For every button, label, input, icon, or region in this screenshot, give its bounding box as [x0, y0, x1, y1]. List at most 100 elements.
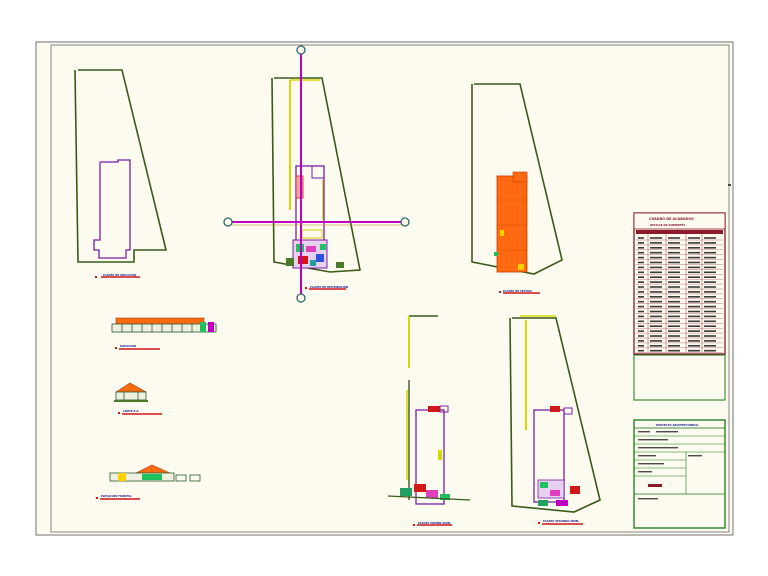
schedule-cell-text — [704, 349, 716, 352]
schedule-cell-text — [704, 305, 716, 308]
schedule-cell-text — [650, 345, 662, 347]
schedule-cell-text — [688, 345, 700, 347]
schedule-cell-text — [650, 330, 662, 332]
schedule-cell-text — [668, 276, 680, 278]
schedule-cell-text — [668, 286, 680, 288]
schedule-cell-text — [638, 335, 644, 337]
schedule-cell-text — [688, 261, 700, 264]
schedule-cell-text — [638, 291, 644, 293]
schedule-cell-text — [638, 315, 644, 318]
schedule-cell-text — [638, 345, 644, 347]
schedule-cell-text — [668, 247, 680, 249]
schedule-cell-text — [668, 281, 680, 283]
schedule-cell-text — [688, 247, 700, 249]
schedule-cell-text — [650, 296, 662, 298]
schedule-cell-text — [688, 325, 700, 327]
schedule-cell-text — [650, 335, 662, 337]
schedule-cell-text — [650, 237, 662, 239]
schedule-cell-text — [638, 271, 644, 274]
drawing-sheet-outer-frame — [35, 41, 734, 536]
schedule-cell-text — [688, 276, 700, 278]
schedule-cell-text — [638, 261, 644, 264]
schedule-cell-text — [704, 261, 716, 264]
schedule-cell-text — [650, 349, 662, 352]
schedule-cell-text — [650, 276, 662, 278]
schedule-cell-text — [650, 300, 662, 303]
schedule-cell-text — [688, 266, 700, 269]
schedule-cell-text — [650, 271, 662, 274]
elevation-2-label: CORTE A-A — [123, 409, 139, 413]
schedule-cell-text — [668, 345, 680, 347]
schedule-cell-text — [668, 349, 680, 352]
schedule-cell-text — [638, 281, 644, 283]
schedule-cell-text — [650, 281, 662, 283]
schedule-cell-text — [668, 296, 680, 298]
schedule-cell-text — [704, 286, 716, 288]
schedule-cell-text — [668, 242, 680, 244]
schedule-cell-text — [638, 256, 644, 259]
schedule-cell-text — [704, 340, 716, 342]
schedule-cell-text — [688, 291, 700, 293]
schedule-cell-text — [668, 320, 680, 323]
schedule-cell-text — [638, 296, 644, 298]
schedule-cell-text — [668, 305, 680, 308]
schedule-cell-text — [650, 266, 662, 269]
plan-3-label: PLANTA DE TECHOS — [503, 289, 532, 293]
schedule-cell-text — [650, 305, 662, 308]
schedule-cell-text — [704, 335, 716, 337]
schedule-cell-text — [688, 320, 700, 323]
schedule-cell-text — [704, 276, 716, 278]
schedule-cell-text — [688, 315, 700, 318]
schedule-cell-text — [638, 330, 644, 332]
schedule-cell-text — [638, 320, 644, 323]
schedule-cell-text — [704, 296, 716, 298]
schedule-cell-text — [704, 300, 716, 303]
schedule-cell-text — [704, 266, 716, 269]
schedule-cell-text — [688, 349, 700, 352]
schedule-cell-text — [650, 242, 662, 244]
schedule-cell-text — [668, 335, 680, 337]
schedule-cell-text — [638, 247, 644, 249]
schedule-cell-text — [650, 310, 662, 313]
schedule-cell-text — [688, 271, 700, 274]
schedule-cell-text — [668, 310, 680, 313]
schedule-cell-text — [688, 310, 700, 313]
schedule-cell-text — [704, 242, 716, 244]
schedule-cell-text — [650, 315, 662, 318]
schedule-cell-text — [638, 237, 644, 239]
schedule-cell-text — [688, 300, 700, 303]
schedule-cell-text — [704, 256, 716, 259]
schedule-cell-text — [704, 291, 716, 293]
schedule-cell-text — [688, 305, 700, 308]
schedule-cell-text — [688, 242, 700, 244]
plan-5-label: PLANTA SEGUNDO NIVEL — [543, 519, 579, 523]
schedule-cell-text — [650, 256, 662, 259]
schedule-cell-text — [668, 251, 680, 254]
schedule-cell-text — [704, 320, 716, 323]
cad-drawing-sheet: PLANTA DE UBICACIÓN PLANTA DE DISTRIBUCI… — [0, 0, 768, 576]
schedule-cell-text — [638, 305, 644, 308]
schedule-cell-text — [638, 310, 644, 313]
schedule-cell-text — [650, 261, 662, 264]
schedule-cell-text — [668, 340, 680, 342]
schedule-subtitle: DETALLE DE AMBIENTES — [650, 223, 685, 227]
schedule-cell-text — [638, 325, 644, 327]
schedule-cell-text — [688, 251, 700, 254]
schedule-cell-text — [704, 345, 716, 347]
schedule-cell-text — [638, 349, 644, 352]
schedule-cell-text — [638, 276, 644, 278]
schedule-cell-text — [668, 261, 680, 264]
schedule-cell-text — [704, 330, 716, 332]
schedule-cell-text — [704, 247, 716, 249]
schedule-cell-text — [688, 237, 700, 239]
schedule-cell-text — [688, 340, 700, 342]
schedule-cell-text — [668, 256, 680, 259]
schedule-cell-text — [668, 325, 680, 327]
schedule-cell-text — [704, 237, 716, 239]
schedule-cell-text — [638, 286, 644, 288]
schedule-cell-text — [650, 320, 662, 323]
schedule-cell-text — [668, 266, 680, 269]
schedule-cell-text — [668, 315, 680, 318]
schedule-cell-text — [650, 325, 662, 327]
schedule-cell-text — [650, 247, 662, 249]
